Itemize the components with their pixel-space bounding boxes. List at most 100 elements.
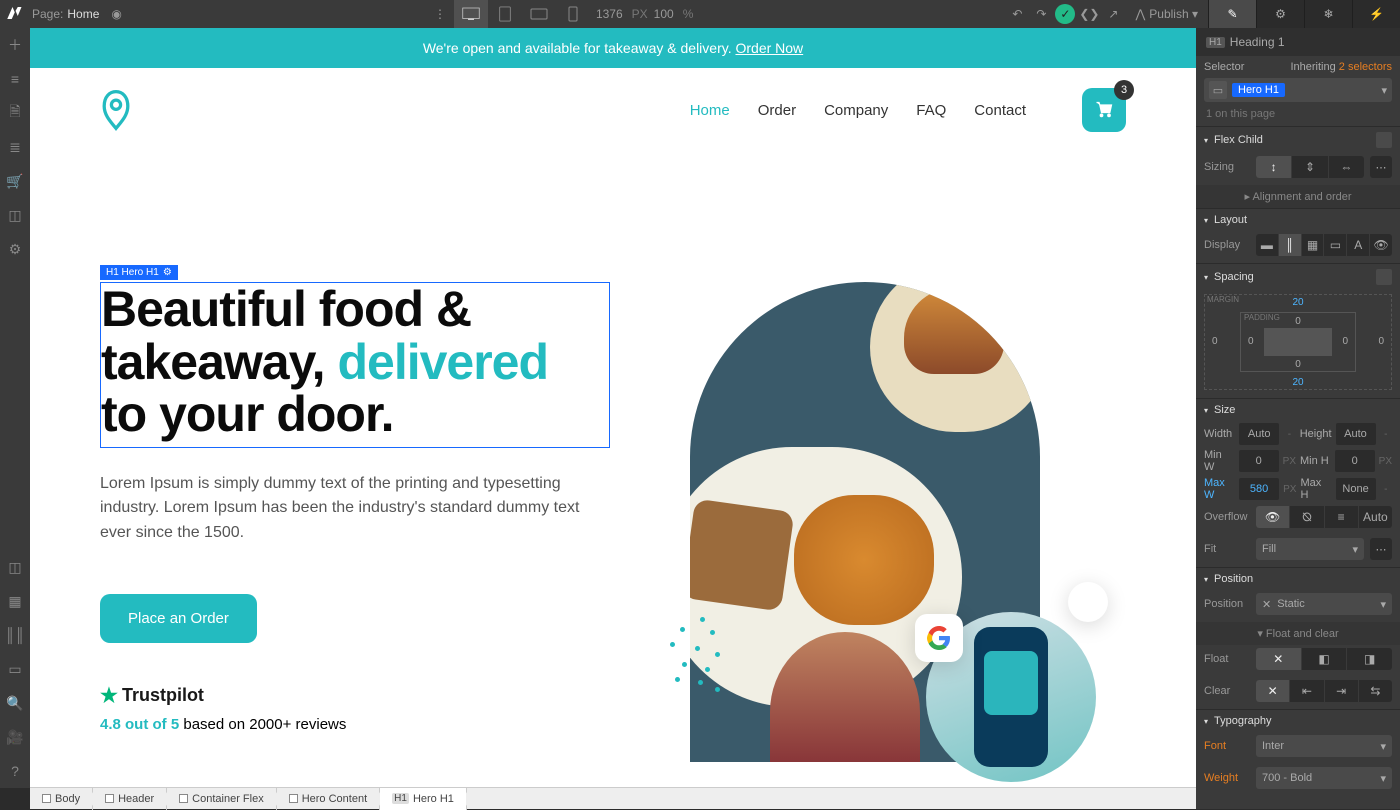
- video-icon[interactable]: 🎥: [0, 720, 30, 754]
- navigator-icon[interactable]: ≡: [0, 62, 30, 96]
- weight-select[interactable]: 700 - Bold▾: [1256, 767, 1392, 789]
- sizing-shrink-icon[interactable]: ↕: [1256, 156, 1292, 178]
- display-none-icon[interactable]: 👁: [1370, 234, 1392, 256]
- width-input[interactable]: [1239, 423, 1279, 445]
- assets-icon[interactable]: ◫: [0, 198, 30, 232]
- crumb-hero-h1[interactable]: H1Hero H1: [380, 788, 467, 810]
- interactions-tab-icon[interactable]: ⚡: [1352, 0, 1400, 28]
- display-inline-block-icon[interactable]: ▭: [1324, 234, 1347, 256]
- sizing-grow-icon[interactable]: ⇕: [1292, 156, 1328, 178]
- selected-element-box[interactable]: H1 Hero H1⚙ Beautiful food & takeaway, d…: [100, 282, 610, 448]
- cart-button[interactable]: 3: [1082, 88, 1126, 132]
- clear-left-icon[interactable]: ⇤: [1290, 680, 1324, 702]
- nav-order[interactable]: Order: [758, 102, 796, 119]
- pages-icon[interactable]: 🗎: [0, 96, 30, 130]
- hero-heading[interactable]: Beautiful food & takeaway, delivered to …: [101, 283, 603, 441]
- layout-header[interactable]: ▾Layout: [1196, 208, 1400, 231]
- overflow-visible-icon[interactable]: 👁: [1256, 506, 1290, 528]
- audit-icon[interactable]: ◫: [0, 550, 30, 584]
- preview-icon[interactable]: ◉: [111, 7, 121, 21]
- spacing-header[interactable]: ▾Spacing: [1196, 263, 1400, 290]
- overflow-auto-icon[interactable]: Auto: [1359, 506, 1392, 528]
- edge-icon[interactable]: ▭: [0, 652, 30, 686]
- zoom-value[interactable]: 100: [654, 7, 674, 21]
- clear-both-icon[interactable]: ⇆: [1359, 680, 1392, 702]
- help-icon[interactable]: ?: [0, 754, 30, 788]
- add-icon[interactable]: ＋: [0, 28, 30, 62]
- nav-home[interactable]: Home: [690, 102, 730, 119]
- style-tab-icon[interactable]: ✎: [1208, 0, 1256, 28]
- display-inline-icon[interactable]: A: [1347, 234, 1370, 256]
- alignment-order-toggle[interactable]: ▸ Alignment and order: [1196, 185, 1400, 208]
- undo-icon[interactable]: ↶: [1005, 0, 1029, 28]
- flex-child-header[interactable]: ▾Flex Child: [1196, 126, 1400, 153]
- canvas-width[interactable]: 1376: [596, 7, 623, 21]
- overflow-hidden-icon[interactable]: ⦰: [1290, 506, 1324, 528]
- float-right-icon[interactable]: ◨: [1347, 648, 1392, 670]
- more-icon[interactable]: ⋮: [434, 7, 446, 21]
- selector-field[interactable]: ▭ Hero H1 ▾: [1204, 78, 1392, 102]
- device-mobile-icon[interactable]: [556, 0, 590, 28]
- display-flex-icon[interactable]: ║: [1279, 234, 1302, 256]
- sizing-none-icon[interactable]: ⇔: [1329, 156, 1364, 178]
- spacing-editor[interactable]: MARGIN PADDING 20 20 0 0 0 0 0 0: [1204, 294, 1392, 390]
- fit-select[interactable]: Fill▾: [1256, 538, 1364, 560]
- grid-icon[interactable]: ▦: [0, 584, 30, 618]
- maxh-input[interactable]: [1336, 478, 1376, 500]
- export-icon[interactable]: ↗: [1101, 0, 1125, 28]
- display-group[interactable]: ▬ ║ ▦ ▭ A 👁: [1256, 234, 1392, 256]
- clear-right-icon[interactable]: ⇥: [1325, 680, 1359, 702]
- font-select[interactable]: Inter▾: [1256, 735, 1392, 757]
- guides-icon[interactable]: ║║: [0, 618, 30, 652]
- nav-faq[interactable]: FAQ: [916, 102, 946, 119]
- maxw-input[interactable]: [1239, 478, 1279, 500]
- publish-button[interactable]: ⋀Publish ▾: [1125, 7, 1208, 21]
- typography-header[interactable]: ▾Typography: [1196, 709, 1400, 732]
- gear-icon[interactable]: ⚙: [163, 267, 172, 278]
- fit-more-icon[interactable]: ⋯: [1370, 538, 1392, 560]
- sizing-more-icon[interactable]: ⋯: [1370, 156, 1392, 178]
- expand-icon[interactable]: [1376, 132, 1392, 148]
- webflow-logo-icon[interactable]: [0, 4, 28, 25]
- minh-input[interactable]: [1335, 450, 1375, 472]
- hero-paragraph[interactable]: Lorem Ipsum is simply dummy text of the …: [100, 472, 600, 546]
- announcement-link[interactable]: Order Now: [735, 40, 803, 56]
- selector-device-icon[interactable]: ▭: [1209, 81, 1227, 99]
- code-icon[interactable]: ❮❯: [1077, 0, 1101, 28]
- overflow-scroll-icon[interactable]: ≡: [1325, 506, 1359, 528]
- cms-icon[interactable]: ≣: [0, 130, 30, 164]
- element-tag-label[interactable]: H1 Hero H1⚙: [100, 265, 178, 280]
- size-header[interactable]: ▾Size: [1196, 398, 1400, 421]
- ecommerce-icon[interactable]: 🛒: [0, 164, 30, 198]
- nav-contact[interactable]: Contact: [974, 102, 1026, 119]
- height-input[interactable]: [1336, 423, 1376, 445]
- crumb-header[interactable]: Header: [93, 788, 167, 810]
- crumb-container[interactable]: Container Flex: [167, 788, 277, 810]
- search-icon[interactable]: 🔍: [0, 686, 30, 720]
- spacing-expand-icon[interactable]: [1376, 269, 1392, 285]
- device-landscape-icon[interactable]: [522, 0, 556, 28]
- device-tablet-icon[interactable]: [488, 0, 522, 28]
- display-block-icon[interactable]: ▬: [1256, 234, 1279, 256]
- float-group[interactable]: ✕ ◧ ◨: [1256, 648, 1392, 670]
- hero-cta-button[interactable]: Place an Order: [100, 594, 257, 643]
- selector-class-chip[interactable]: Hero H1: [1232, 83, 1285, 97]
- page-name[interactable]: Home: [67, 7, 99, 21]
- float-none-icon[interactable]: ✕: [1256, 648, 1302, 670]
- nav-company[interactable]: Company: [824, 102, 888, 119]
- clear-group[interactable]: ✕ ⇤ ⇥ ⇆: [1256, 680, 1392, 702]
- float-left-icon[interactable]: ◧: [1302, 648, 1348, 670]
- status-icon[interactable]: ✓: [1053, 0, 1077, 28]
- chevron-down-icon[interactable]: ▾: [1381, 84, 1387, 97]
- display-grid-icon[interactable]: ▦: [1302, 234, 1325, 256]
- settings-tab-icon[interactable]: ⚙: [1256, 0, 1304, 28]
- float-clear-toggle[interactable]: ▾ Float and clear: [1196, 622, 1400, 645]
- crumb-body[interactable]: Body: [30, 788, 93, 810]
- sizing-group[interactable]: ↕ ⇕ ⇔: [1256, 156, 1364, 178]
- settings-gear-icon[interactable]: ⚙: [0, 232, 30, 266]
- minw-input[interactable]: [1239, 450, 1279, 472]
- clear-none-icon[interactable]: ✕: [1256, 680, 1290, 702]
- overflow-group[interactable]: 👁 ⦰ ≡ Auto: [1256, 506, 1392, 528]
- position-header[interactable]: ▾Position: [1196, 567, 1400, 590]
- style-manager-tab-icon[interactable]: ❄: [1304, 0, 1352, 28]
